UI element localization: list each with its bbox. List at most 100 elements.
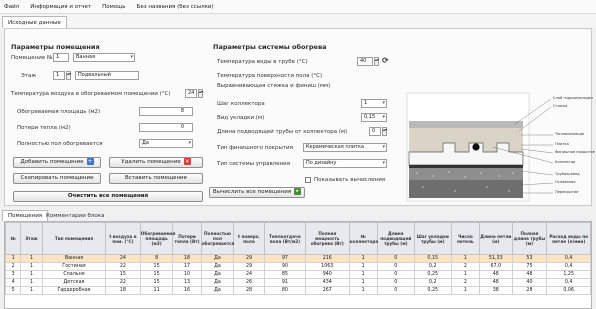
table-cell[interactable]: 15 — [139, 270, 174, 279]
floor-stepper[interactable]: ▴▾ — [66, 71, 71, 80]
table-cell[interactable]: 0,4 — [546, 278, 591, 287]
water-temp-input[interactable]: 40 — [357, 57, 373, 66]
table-cell[interactable]: Ванная — [41, 254, 107, 263]
table-cell[interactable]: 67,0 — [478, 262, 513, 271]
table-cell[interactable]: 0 — [376, 254, 415, 263]
paste-room-button[interactable]: Вставить помещение — [109, 173, 203, 184]
full-floor-select[interactable]: Да — [139, 139, 193, 148]
tab-comments[interactable]: Комментарии блока — [46, 213, 104, 219]
table-cell[interactable]: 18 — [172, 254, 202, 263]
menu-report[interactable]: Информация и отчет — [30, 4, 91, 10]
tab-rooms[interactable]: Помещения — [2, 210, 49, 221]
table-cell[interactable]: 216 — [305, 254, 350, 263]
table-cell[interactable]: Да — [200, 262, 235, 271]
table-cell[interactable]: 0,4 — [546, 254, 591, 263]
air-temp-input[interactable]: 24 — [185, 89, 197, 98]
col-header[interactable]: Расход воды по петле (л/мин) — [546, 222, 591, 255]
table-cell[interactable]: 1,25 — [546, 270, 591, 279]
table-cell[interactable]: 13 — [172, 278, 202, 287]
menu-file[interactable]: Файл — [4, 4, 19, 10]
table-cell[interactable]: 0,25 — [413, 270, 452, 279]
length-stepper[interactable]: ▴▾ — [382, 127, 387, 136]
col-header[interactable]: Длина подводящей трубы (м) — [376, 222, 415, 255]
table-cell[interactable]: 0,2 — [413, 278, 452, 287]
table-cell[interactable]: 0,2 — [413, 262, 452, 271]
table-cell[interactable]: 48 — [511, 270, 548, 279]
water-temp-stepper[interactable]: ▴▾ — [374, 57, 379, 66]
table-cell[interactable]: 2 — [450, 262, 480, 271]
col-header[interactable]: Шаг укладки трубы (м) — [413, 222, 452, 255]
delete-room-button[interactable]: Удалить помещение × — [109, 157, 203, 168]
table-row[interactable]: 1 1 Ванная 24 8 18 Да 29 97 216 1 0 0,15 1 51,33 53 0,4 — [5, 254, 591, 263]
table-cell[interactable]: 48 — [478, 270, 513, 279]
col-header[interactable]: Потери тепла (Вт) — [172, 222, 202, 255]
col-header[interactable]: № коллектора — [348, 222, 378, 255]
table-row[interactable]: 2 1 Гостиная 22 15 17 Да 29 90 1063 1 0 0,2 2 67,0 75 0,… — [5, 262, 591, 271]
table-cell[interactable]: 11 — [139, 286, 174, 295]
menu-help[interactable]: Помощь — [102, 4, 125, 10]
table-cell[interactable]: 0 — [376, 270, 415, 279]
table-cell[interactable]: 1 — [450, 270, 480, 279]
coating-select[interactable]: Керамическая плитка — [303, 143, 387, 152]
table-cell[interactable]: 1 — [20, 270, 43, 279]
table-cell[interactable]: 2 — [5, 262, 22, 271]
table-row[interactable]: 3 1 Спальня 15 15 10 Да 24 85 940 1 0 0,25 1 48 48 1,25 — [5, 270, 591, 279]
col-header[interactable]: Число петель — [450, 222, 480, 255]
table-cell[interactable]: 0,4 — [546, 262, 591, 271]
col-header[interactable]: Полная длина трубы (м) — [511, 222, 548, 255]
table-cell[interactable]: 97 — [263, 254, 307, 263]
table-cell[interactable]: 85 — [263, 270, 307, 279]
col-header[interactable]: Теплоотдача пола (Вт/м2) — [263, 222, 307, 255]
heat-losses-input[interactable]: 0 — [139, 123, 193, 132]
table-cell[interactable]: 28 — [511, 286, 548, 295]
floor-name-input[interactable]: Подвальный — [75, 71, 139, 80]
col-header[interactable]: Полностью пол обогревается — [200, 222, 234, 255]
table-cell[interactable]: 1 — [348, 262, 378, 271]
table-cell[interactable]: 24 — [233, 270, 265, 279]
table-cell[interactable]: 29 — [233, 254, 265, 263]
table-cell[interactable]: 0,25 — [413, 286, 452, 295]
tab-input-data[interactable]: Исходные данные — [2, 16, 67, 28]
table-cell[interactable]: 26 — [233, 278, 265, 287]
heated-area-input[interactable]: 8 — [139, 107, 193, 116]
table-cell[interactable]: 48 — [478, 278, 513, 287]
copy-room-button[interactable]: Скопировать помещение — [13, 173, 101, 184]
table-cell[interactable]: 40 — [511, 278, 548, 287]
table-cell[interactable]: 0,15 — [413, 254, 452, 263]
table-cell[interactable]: 80 — [263, 286, 307, 295]
table-cell[interactable]: 0 — [376, 262, 415, 271]
room-number-input[interactable]: 1 — [53, 53, 69, 62]
table-cell[interactable]: Да — [200, 270, 235, 279]
table-cell[interactable]: 28 — [233, 286, 265, 295]
table-cell[interactable]: 1 — [20, 286, 43, 295]
table-cell[interactable]: 5 — [5, 286, 22, 295]
table-cell[interactable]: 1063 — [305, 262, 350, 271]
auto-calc-checkbox[interactable] — [305, 177, 311, 183]
regulation-select[interactable]: По дизайну — [303, 159, 387, 168]
table-cell[interactable]: Гардеробная — [41, 286, 107, 295]
table-row[interactable]: 5 1 Гардеробная 18 11 16 Да 28 80 267 1 0 0,25 1 38 28 0… — [5, 286, 591, 295]
table-cell[interactable]: 3 — [5, 270, 22, 279]
table-cell[interactable]: 267 — [305, 286, 350, 295]
table-cell[interactable]: 1 — [348, 270, 378, 279]
table-cell[interactable]: 1 — [20, 254, 43, 263]
table-cell[interactable]: 1 — [348, 278, 378, 287]
col-header[interactable]: t поверх. пола — [233, 222, 265, 255]
table-cell[interactable]: 2 — [450, 278, 480, 287]
table-cell[interactable]: 0 — [376, 278, 415, 287]
table-cell[interactable]: 22 — [105, 262, 141, 271]
table-cell[interactable]: Да — [200, 278, 235, 287]
add-room-button[interactable]: Добавить помещение + — [13, 157, 101, 168]
table-cell[interactable]: 53 — [511, 254, 548, 263]
table-cell[interactable]: 15 — [139, 262, 174, 271]
table-cell[interactable]: 4 — [5, 278, 22, 287]
table-cell[interactable]: 18 — [105, 286, 141, 295]
refresh-icon[interactable]: ⟳ — [382, 56, 389, 65]
col-header[interactable]: t воздуха в пом. (°C) — [105, 222, 141, 255]
calc-all-button[interactable]: Вычислить все помещения ▸ — [209, 187, 305, 198]
table-cell[interactable]: 1 — [20, 278, 43, 287]
table-cell[interactable]: 15 — [139, 278, 174, 287]
table-cell[interactable]: 15 — [105, 270, 141, 279]
table-cell[interactable]: 10 — [172, 270, 202, 279]
table-cell[interactable]: Спальня — [41, 270, 107, 279]
